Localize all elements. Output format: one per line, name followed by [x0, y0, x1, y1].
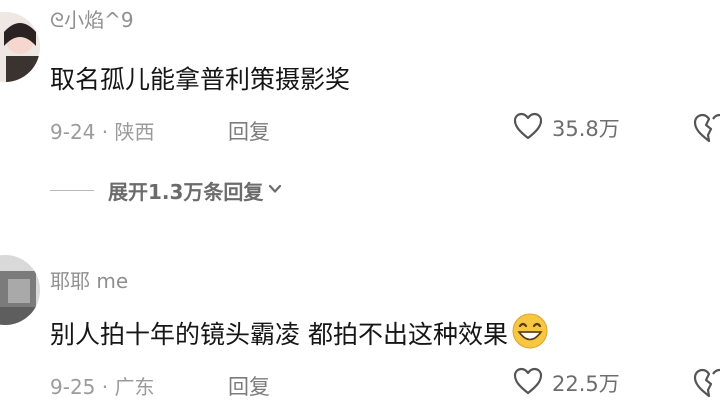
reply-button[interactable]: 回复: [228, 371, 270, 401]
like-button[interactable]: 22.5万: [512, 366, 620, 400]
meta-separator: ·: [95, 120, 115, 144]
expand-replies-button[interactable]: 展开1.3万条回复: [50, 176, 283, 204]
like-count: 22.5万: [552, 372, 620, 396]
username[interactable]: ᘓ小焰^9: [50, 4, 134, 33]
comment-text: 取名孤儿能拿普利策摄影奖: [50, 65, 351, 94]
avatar[interactable]: [0, 255, 40, 325]
heart-icon: [512, 111, 544, 145]
dislike-button[interactable]: [692, 111, 720, 145]
comment-location: 广东: [114, 375, 155, 399]
meta-separator: ·: [95, 375, 115, 399]
comment-text-content: 别人拍十年的镜头霸凌 都拍不出这种效果: [50, 320, 508, 349]
broken-heart-icon: [692, 113, 720, 149]
comment-item: 耶耶 me 别人拍十年的镜头霸凌 都拍不出这种效果 9-25 · 广东 回复 2…: [0, 215, 720, 405]
comment-date: 9-25: [50, 375, 96, 399]
dislike-button[interactable]: [692, 366, 720, 400]
comment-location: 陕西: [114, 120, 155, 144]
comment-item: ᘓ小焰^9 取名孤儿能拿普利策摄影奖 9-24 · 陕西 回复 35.8万 展开…: [0, 0, 720, 215]
comment-text: 别人拍十年的镜头霸凌 都拍不出这种效果: [50, 313, 550, 355]
divider-line: [50, 189, 94, 191]
heart-icon: [512, 366, 544, 400]
avatar[interactable]: [0, 12, 40, 82]
like-count: 35.8万: [552, 117, 620, 141]
chevron-down-icon: [263, 181, 283, 200]
like-button[interactable]: 35.8万: [512, 111, 620, 145]
username[interactable]: 耶耶 me: [50, 265, 128, 294]
grinning-face-emoji-icon: [510, 313, 550, 355]
expand-replies-label: 展开1.3万条回复: [108, 179, 264, 204]
comment-date: 9-24: [50, 120, 96, 144]
reply-button[interactable]: 回复: [228, 116, 270, 146]
broken-heart-icon: [692, 368, 720, 404]
comment-meta: 9-24 · 陕西: [50, 116, 154, 145]
comment-meta: 9-25 · 广东: [50, 371, 154, 400]
